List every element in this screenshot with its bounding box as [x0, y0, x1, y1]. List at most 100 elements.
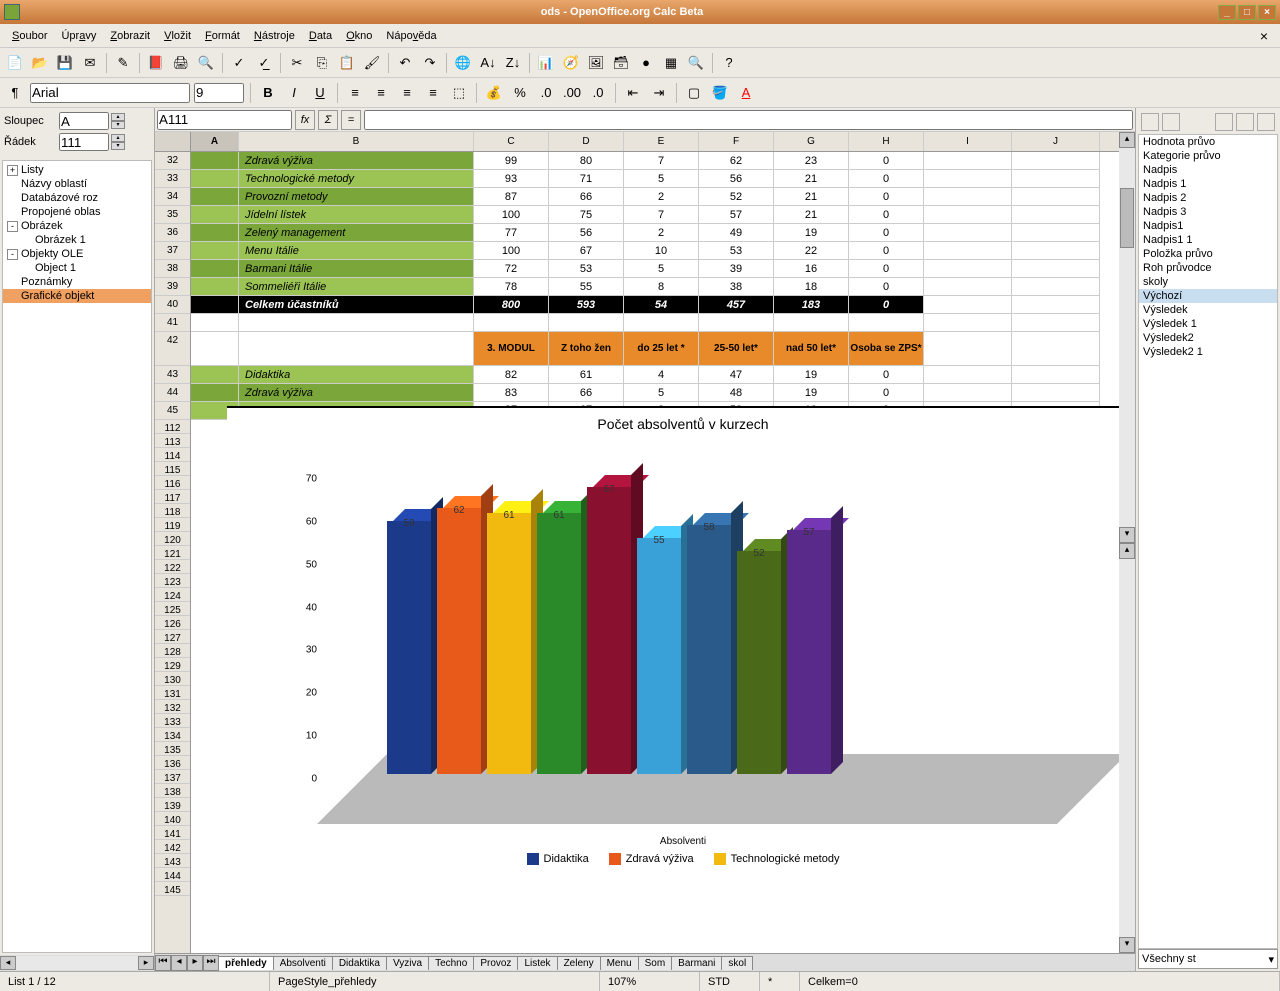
- paste-icon[interactable]: 📋: [336, 52, 358, 74]
- cell[interactable]: 62: [699, 152, 774, 170]
- tree-item[interactable]: Poznámky: [3, 275, 151, 289]
- indent-inc-icon[interactable]: ⇥: [648, 82, 670, 104]
- cell[interactable]: [924, 260, 1012, 278]
- cell[interactable]: 0: [849, 242, 924, 260]
- style-item[interactable]: Nadpis 3: [1139, 205, 1277, 219]
- cell[interactable]: Menu Itálie: [239, 242, 474, 260]
- status-zoom[interactable]: 107%: [600, 972, 700, 991]
- cell[interactable]: [191, 152, 239, 170]
- cell[interactable]: 22: [774, 242, 849, 260]
- cell-reference-input[interactable]: [157, 110, 292, 130]
- menu-okno[interactable]: Okno: [340, 28, 378, 44]
- cell[interactable]: [924, 278, 1012, 296]
- cell[interactable]: [1012, 296, 1100, 314]
- cell[interactable]: 16: [774, 260, 849, 278]
- cell[interactable]: 55: [549, 278, 624, 296]
- row-header[interactable]: 120: [155, 532, 190, 546]
- tree-item[interactable]: -Objekty OLE: [3, 247, 151, 261]
- style-item[interactable]: skoly: [1139, 275, 1277, 289]
- col-header[interactable]: H: [849, 132, 924, 151]
- tree-item[interactable]: Obrázek 1: [3, 233, 151, 247]
- cell[interactable]: 19: [774, 366, 849, 384]
- cell[interactable]: 0: [849, 224, 924, 242]
- cell[interactable]: 0: [849, 188, 924, 206]
- cell[interactable]: [474, 314, 549, 332]
- row-header[interactable]: 38: [155, 260, 190, 278]
- cell[interactable]: 0: [849, 296, 924, 314]
- tree-item[interactable]: Grafické objekt: [3, 289, 151, 303]
- cell[interactable]: Provozní metody: [239, 188, 474, 206]
- cell[interactable]: [191, 366, 239, 384]
- row-header[interactable]: 33: [155, 170, 190, 188]
- italic-icon[interactable]: I: [283, 82, 305, 104]
- chart-icon[interactable]: 📊: [535, 52, 557, 74]
- cell[interactable]: 0: [849, 278, 924, 296]
- row-header[interactable]: 123: [155, 574, 190, 588]
- cell[interactable]: 71: [549, 170, 624, 188]
- cell[interactable]: 72: [474, 260, 549, 278]
- cell[interactable]: 54: [624, 296, 699, 314]
- chart-object[interactable]: Počet absolventů v kurzech 0102030405060…: [227, 406, 1119, 886]
- cell[interactable]: Barmani Itálie: [239, 260, 474, 278]
- style-item[interactable]: Kategorie průvo: [1139, 149, 1277, 163]
- cell[interactable]: [549, 314, 624, 332]
- cell[interactable]: 49: [699, 224, 774, 242]
- tab-next-icon[interactable]: ▸: [187, 955, 203, 971]
- cell[interactable]: [1012, 206, 1100, 224]
- cell[interactable]: 21: [774, 188, 849, 206]
- cell[interactable]: 593: [549, 296, 624, 314]
- row-header[interactable]: 34: [155, 188, 190, 206]
- cell[interactable]: 19: [774, 224, 849, 242]
- undo-icon[interactable]: ↶: [394, 52, 416, 74]
- cell[interactable]: [924, 314, 1012, 332]
- cell[interactable]: 56: [699, 170, 774, 188]
- row-header[interactable]: 35: [155, 206, 190, 224]
- style-item[interactable]: Nadpis1 1: [1139, 233, 1277, 247]
- row-header[interactable]: 139: [155, 798, 190, 812]
- cell[interactable]: [191, 242, 239, 260]
- row-header[interactable]: 39: [155, 278, 190, 296]
- status-std[interactable]: STD: [700, 972, 760, 991]
- merge-icon[interactable]: ⬚: [448, 82, 470, 104]
- style-item[interactable]: Výchozí: [1139, 289, 1277, 303]
- tab-first-icon[interactable]: ⏮: [155, 955, 171, 971]
- cell[interactable]: [1012, 384, 1100, 402]
- cell[interactable]: 7: [624, 152, 699, 170]
- cell[interactable]: [699, 314, 774, 332]
- cell[interactable]: 56: [549, 224, 624, 242]
- row-header[interactable]: 140: [155, 812, 190, 826]
- cell[interactable]: [849, 314, 924, 332]
- col-header[interactable]: B: [239, 132, 474, 151]
- col-header[interactable]: C: [474, 132, 549, 151]
- cell[interactable]: [239, 314, 474, 332]
- cell[interactable]: [924, 366, 1012, 384]
- cell[interactable]: 2: [624, 188, 699, 206]
- copy-icon[interactable]: ⎘: [311, 52, 333, 74]
- close-doc-button[interactable]: ×: [1254, 28, 1274, 44]
- cell[interactable]: Jídelní lístek: [239, 206, 474, 224]
- row-header[interactable]: 136: [155, 756, 190, 770]
- row-header[interactable]: 132: [155, 700, 190, 714]
- row-header[interactable]: 112: [155, 420, 190, 434]
- cell[interactable]: 87: [474, 188, 549, 206]
- sheet-tabs[interactable]: ⏮ ◂ ▸ ⏭ přehledyAbsolventiDidaktikaVyziv…: [155, 953, 1135, 971]
- formula-input[interactable]: [364, 110, 1133, 130]
- style-item[interactable]: Výsledek2 1: [1139, 345, 1277, 359]
- row-header[interactable]: 133: [155, 714, 190, 728]
- sheet-tab[interactable]: Provoz: [473, 956, 518, 970]
- row-header[interactable]: 135: [155, 742, 190, 756]
- row-header[interactable]: 137: [155, 770, 190, 784]
- print-icon[interactable]: 🖨: [170, 52, 192, 74]
- fontcolor-icon[interactable]: A: [735, 82, 757, 104]
- sheet-tab[interactable]: Techno: [428, 956, 474, 970]
- row-header[interactable]: 122: [155, 560, 190, 574]
- tab-prev-icon[interactable]: ◂: [171, 955, 187, 971]
- align-justify-icon[interactable]: ≡: [422, 82, 444, 104]
- row-header[interactable]: 116: [155, 476, 190, 490]
- currency-icon[interactable]: 💰: [483, 82, 505, 104]
- cell[interactable]: 5: [624, 170, 699, 188]
- grid-icon[interactable]: ▦: [660, 52, 682, 74]
- cell[interactable]: [191, 314, 239, 332]
- cell[interactable]: 3. MODUL: [474, 332, 549, 366]
- cell[interactable]: 52: [699, 188, 774, 206]
